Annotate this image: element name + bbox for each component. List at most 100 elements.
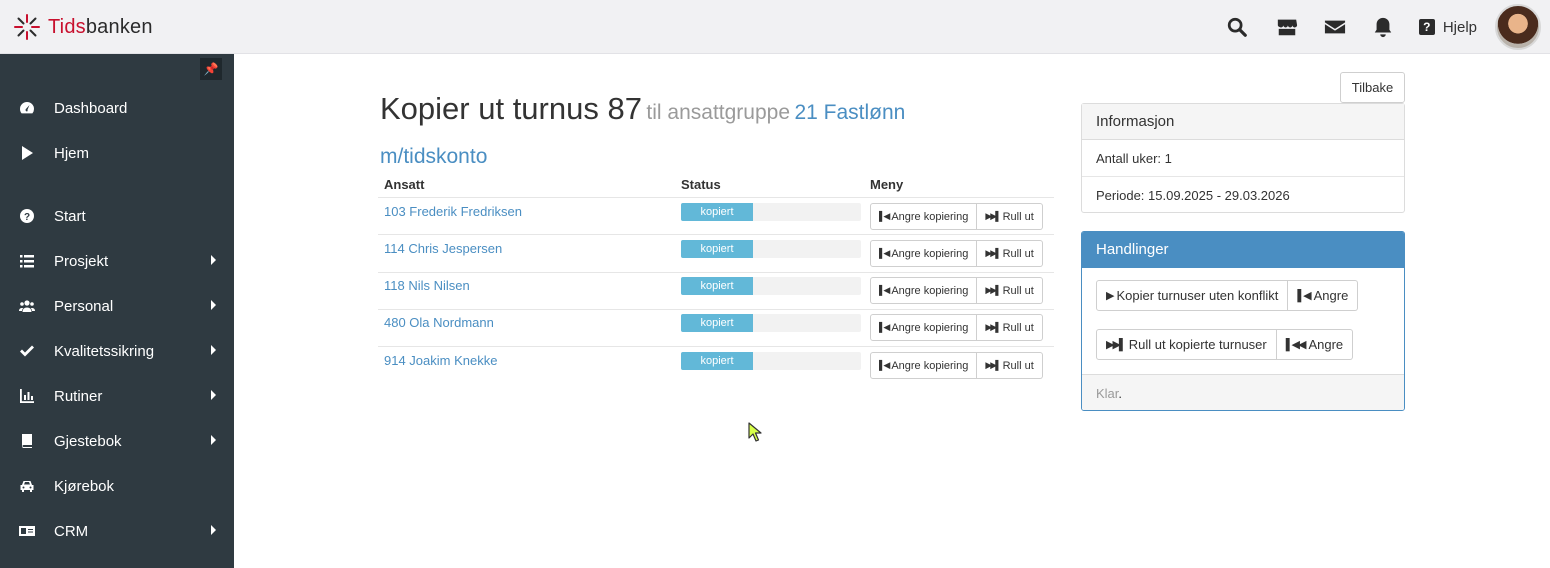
play-icon: ▶ — [1106, 290, 1115, 302]
column-header-employee: Ansatt — [384, 177, 425, 192]
rollout-button[interactable]: ▶▶▌ Rull ut — [977, 314, 1043, 341]
sidebar-item-gjestebok[interactable]: Gjestebok — [0, 421, 234, 461]
sidebar-item-label: Dashboard — [54, 99, 128, 117]
sidebar-item-kjorebok[interactable]: Kjørebok — [0, 466, 234, 506]
step-backward-icon: ▌◀ — [879, 285, 890, 295]
employee-name-link[interactable]: 914 Joakim Knekke — [384, 353, 497, 368]
status-progress-fill: kopiert — [681, 240, 753, 258]
list-icon — [19, 253, 35, 269]
bell-icon[interactable] — [1371, 15, 1395, 39]
employee-name-link[interactable]: 103 Frederik Fredriksen — [384, 204, 522, 219]
sidebar-item-hjem[interactable]: Hjem — [0, 133, 234, 173]
help-button[interactable]: ? Hjelp — [1418, 19, 1477, 36]
copy-button-group: ▶ Kopier turnuser uten konflikt ▌◀ Angre — [1096, 280, 1359, 311]
chevron-right-icon — [211, 255, 216, 265]
sidebar-item-label: Kjørebok — [54, 477, 115, 495]
sidebar-item-label: Start — [54, 207, 86, 225]
rollout-copied-button[interactable]: ▶▶▌ Rull ut kopierte turnuser — [1096, 329, 1277, 360]
logo-text: Tidsbanken — [48, 15, 153, 38]
divider — [378, 234, 1054, 235]
mouse-cursor-icon — [748, 422, 762, 442]
step-backward-icon: ▌◀ — [879, 322, 890, 332]
mail-icon[interactable] — [1323, 15, 1347, 39]
row-button-group: ▌◀ Angre kopiering ▶▶▌ Rull ut — [870, 277, 1043, 304]
rollout-button[interactable]: ▶▶▌ Rull ut — [977, 240, 1043, 267]
fast-forward-icon: ▶▶▌ — [985, 322, 1001, 332]
row-button-group: ▌◀ Angre kopiering ▶▶▌ Rull ut — [870, 352, 1043, 379]
column-header-status: Status — [681, 177, 721, 192]
question-circle-icon: ? — [19, 208, 35, 224]
column-header-menu: Meny — [870, 177, 904, 192]
page-title: Kopier ut turnus 87 til ansattgruppe 21 … — [380, 88, 980, 180]
pin-icon[interactable]: 📌 — [200, 58, 222, 80]
page-title-subtext: til ansattgruppe — [646, 101, 791, 124]
top-bar: Tidsbanken ? Hjelp — [0, 0, 1550, 54]
status-progress-fill: kopiert — [681, 277, 753, 295]
status-progress-fill: kopiert — [681, 352, 753, 370]
fast-backward-icon: ▌◀◀ — [1285, 339, 1307, 351]
status-progress-fill: kopiert — [681, 203, 753, 221]
status-progress-bar: kopiert — [681, 314, 861, 332]
fast-forward-icon: ▶▶▌ — [985, 360, 1001, 370]
row-button-group: ▌◀ Angre kopiering ▶▶▌ Rull ut — [870, 203, 1043, 230]
help-icon: ? — [1418, 19, 1435, 35]
sidebar-item-crm[interactable]: CRM — [0, 511, 234, 551]
undo-copy-button[interactable]: ▌◀ Angre kopiering — [870, 314, 978, 341]
step-backward-icon: ▌◀ — [879, 248, 890, 258]
status-text: Klar — [1096, 386, 1119, 401]
sidebar-item-label: Hjem — [54, 144, 90, 162]
chevron-right-icon — [211, 345, 216, 355]
tidsbanken-logo[interactable]: Tidsbanken — [12, 12, 153, 42]
sidebar-item-label: Kvalitetssikring — [54, 342, 155, 360]
check-icon — [19, 343, 35, 359]
users-icon — [19, 298, 35, 314]
fast-forward-icon: ▶▶▌ — [985, 211, 1001, 221]
status-progress-bar: kopiert — [681, 203, 861, 221]
chevron-right-icon — [211, 300, 216, 310]
dashboard-icon — [19, 100, 35, 116]
id-card-icon — [19, 523, 35, 539]
back-button[interactable]: Tilbake — [1340, 72, 1405, 103]
copy-without-conflict-button[interactable]: ▶ Kopier turnuser uten konflikt — [1096, 280, 1289, 311]
chevron-right-icon — [211, 525, 216, 535]
chart-icon — [19, 388, 35, 404]
book-icon — [19, 433, 35, 449]
fast-forward-icon: ▶▶▌ — [1106, 339, 1127, 351]
svg-text:?: ? — [24, 212, 30, 223]
step-backward-icon: ▌◀ — [1297, 290, 1311, 302]
employee-name-link[interactable]: 480 Ola Nordmann — [384, 315, 494, 330]
sidebar: 📌 Dashboard Hjem ? Start Prosjekt Person… — [0, 54, 234, 568]
logo-icon — [14, 14, 40, 40]
sidebar-item-personal[interactable]: Personal — [0, 286, 234, 326]
sidebar-item-start[interactable]: ? Start — [0, 196, 234, 236]
store-icon[interactable] — [1275, 15, 1299, 39]
actions-panel-title: Handlinger — [1082, 232, 1404, 268]
search-icon[interactable] — [1225, 15, 1249, 39]
sidebar-item-kvalitetssikring[interactable]: Kvalitetssikring — [0, 331, 234, 371]
sidebar-item-label: Prosjekt — [54, 252, 109, 270]
fast-forward-icon: ▶▶▌ — [985, 248, 1001, 258]
employee-name-link[interactable]: 114 Chris Jespersen — [384, 241, 502, 256]
chevron-right-icon — [211, 390, 216, 400]
undo-copy-button[interactable]: ▌◀ Angre kopiering — [870, 352, 978, 379]
play-icon — [19, 145, 35, 161]
divider — [378, 346, 1054, 347]
sidebar-item-dashboard[interactable]: Dashboard — [0, 88, 234, 128]
rollout-button-group: ▶▶▌ Rull ut kopierte turnuser ▌◀◀ Angre — [1096, 329, 1354, 360]
sidebar-item-label: Gjestebok — [54, 432, 122, 450]
rollout-button[interactable]: ▶▶▌ Rull ut — [977, 277, 1043, 304]
undo-rollout-button[interactable]: ▌◀◀ Angre — [1276, 329, 1354, 360]
undo-copy-button[interactable]: ▌◀ Angre kopiering — [870, 240, 978, 267]
sidebar-item-rutiner[interactable]: Rutiner — [0, 376, 234, 416]
divider — [378, 309, 1054, 310]
fast-forward-icon: ▶▶▌ — [985, 285, 1001, 295]
undo-copy-button[interactable]: ▌◀ Angre kopiering — [870, 203, 978, 230]
user-avatar[interactable] — [1495, 4, 1541, 50]
undo-copy-all-button[interactable]: ▌◀ Angre — [1288, 280, 1359, 311]
sidebar-item-prosjekt[interactable]: Prosjekt — [0, 241, 234, 281]
rollout-button[interactable]: ▶▶▌ Rull ut — [977, 203, 1043, 230]
employee-name-link[interactable]: 118 Nils Nilsen — [384, 278, 470, 293]
undo-copy-button[interactable]: ▌◀ Angre kopiering — [870, 277, 978, 304]
rollout-button[interactable]: ▶▶▌ Rull ut — [977, 352, 1043, 379]
step-backward-icon: ▌◀ — [879, 360, 890, 370]
